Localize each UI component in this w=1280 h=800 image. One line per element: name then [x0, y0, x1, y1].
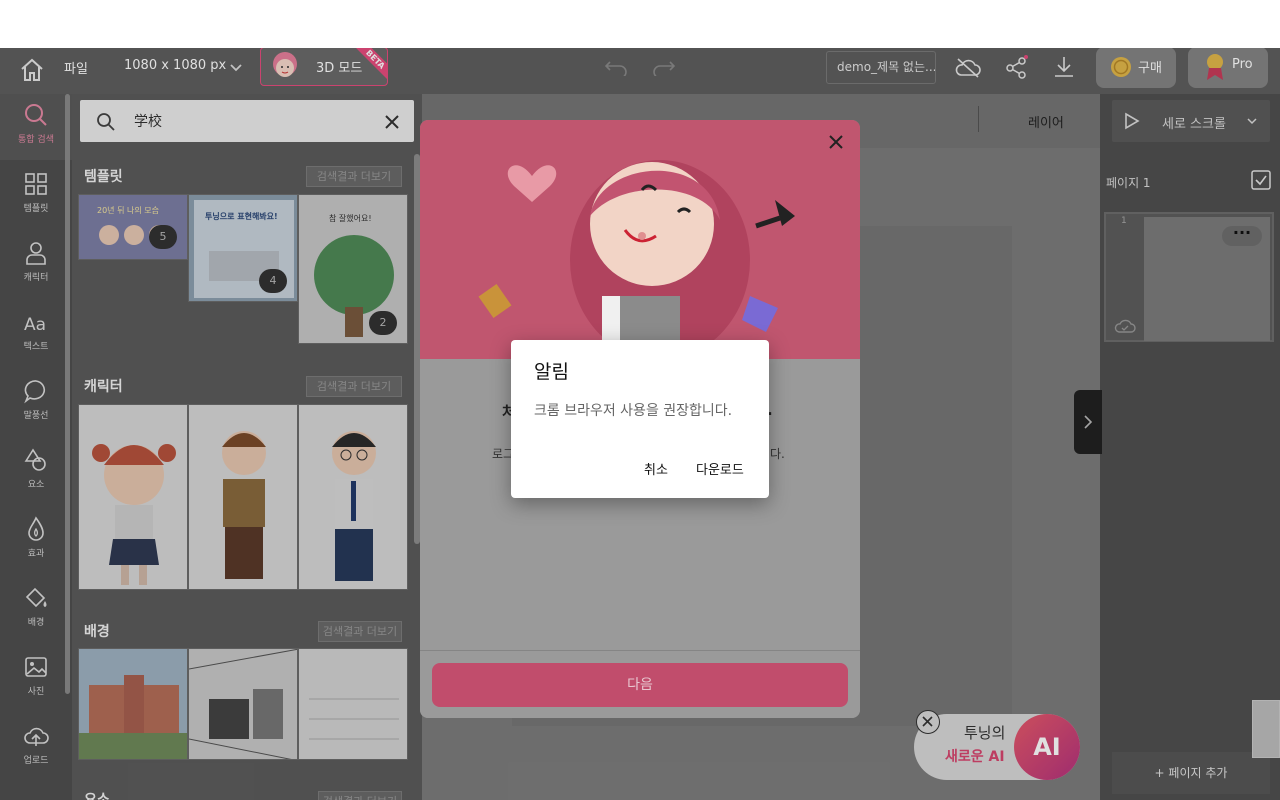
- onboarding-divider: [420, 650, 860, 651]
- download-button[interactable]: 다운로드: [696, 459, 744, 478]
- onboarding-text-right: 다.: [770, 447, 785, 461]
- alert-message: 크롬 브라우저 사용을 권장합니다.: [534, 403, 733, 419]
- onboarding-hero: [420, 120, 860, 360]
- alert-title: 알림: [534, 361, 569, 383]
- close-icon[interactable]: [828, 134, 844, 150]
- app-window: 파일 1080 x 1080 px 3D 모드 BETA demo_제목 없는.…: [0, 48, 1280, 800]
- next-button[interactable]: 다음: [432, 663, 848, 707]
- alert-dialog: 알림 크롬 브라우저 사용을 권장합니다. 취소 다운로드: [511, 340, 769, 498]
- cancel-button[interactable]: 취소: [644, 459, 668, 478]
- mascot-illustration: [478, 160, 795, 360]
